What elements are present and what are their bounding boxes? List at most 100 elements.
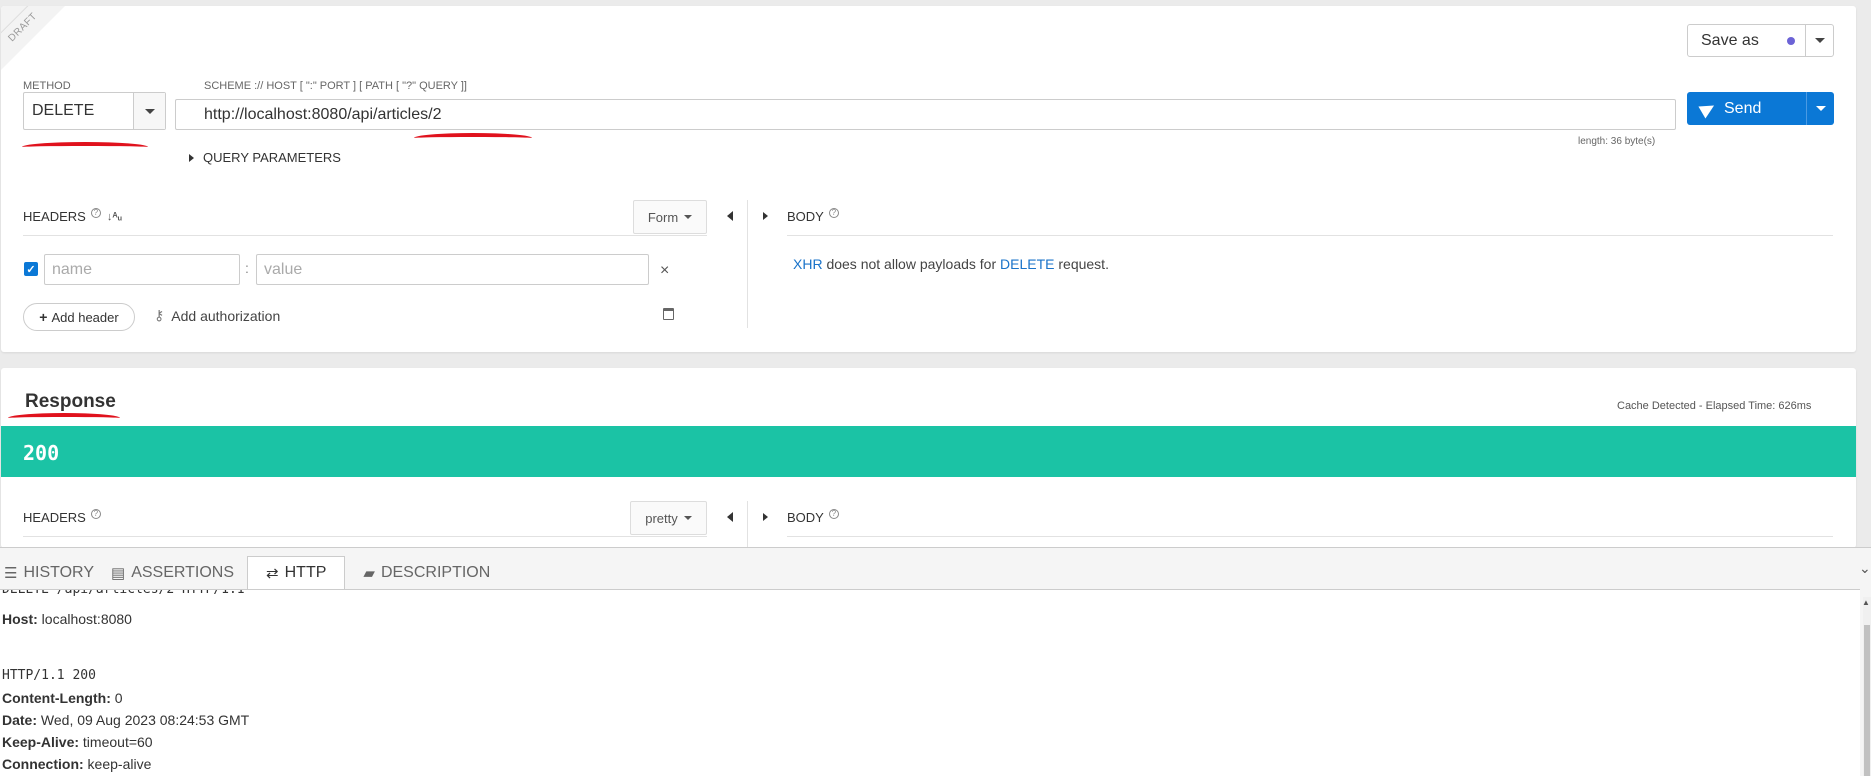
divider [787,536,1833,537]
tab-history-label: HISTORY [23,564,94,581]
expand-arrow-icon [189,153,194,162]
exchange-icon: ⇄ [266,565,279,582]
tab-http[interactable]: ⇄ HTTP [247,556,346,590]
arrow-right-icon [762,212,768,220]
divider [787,235,1833,236]
response-format-dropdown[interactable]: pretty [630,501,707,535]
url-format-label: SCHEME :// HOST [ ":" PORT ] [ PATH [ "?… [204,80,467,92]
key-icon: ⚷ [154,307,165,323]
help-icon[interactable]: ? [828,207,839,218]
header-name-input[interactable]: name [44,254,240,285]
annotation-underline-method [22,142,148,152]
divider [23,235,707,236]
save-as-dropdown-toggle[interactable] [1805,25,1833,56]
scroll-up-icon[interactable]: ▲ [1862,598,1870,607]
caret-down-icon [1815,106,1826,111]
xhr-note-middle: does not allow payloads for [822,256,1001,272]
http-host-line: Host: localhost:8080 [2,611,132,627]
method-value: DELETE [32,102,95,119]
status-bar [1,426,1856,477]
sort-alpha-icon[interactable]: ↓ᴬᵤ [107,211,122,223]
response-headers-heading: HEADERS ? [23,508,101,525]
method-dropdown-toggle[interactable] [133,93,165,129]
tab-description[interactable]: ▰ DESCRIPTION [345,556,503,590]
help-icon[interactable]: ? [90,207,101,218]
send-dropdown-toggle[interactable] [1806,92,1834,125]
add-header-button[interactable]: + Add header [23,303,135,331]
header-separator: : [245,260,249,276]
remove-header-icon[interactable]: × [660,262,669,280]
method-select[interactable]: DELETE [23,92,166,130]
caret-down-icon [1814,38,1825,43]
add-header-label: Add header [51,309,119,325]
collapse-right-button[interactable] [758,209,772,223]
send-label: Send [1724,99,1762,117]
headers-format-dropdown[interactable]: Form [633,200,707,234]
annotation-underline-response [8,413,120,423]
http-header-key: Content-Length: [2,690,111,706]
response-headers-label: HEADERS [23,510,86,525]
save-as-button[interactable]: Save as [1687,24,1834,57]
unsaved-dot-icon [1787,36,1795,45]
tab-assertions[interactable]: ▤ ASSERTIONS [107,556,247,590]
assertions-icon: ▤ [111,565,126,582]
http-header-key: Date: [2,712,38,728]
trash-icon[interactable] [663,308,674,320]
header-value-input[interactable]: value [256,254,649,285]
tab-description-label: DESCRIPTION [380,564,491,581]
chevron-down-icon[interactable]: ⌄ [1859,560,1871,577]
help-icon[interactable]: ? [828,508,839,519]
form-label: Form [647,209,679,225]
http-request-line: DELETE /api/articles/2 HTTP/1.1 [2,589,245,597]
bottom-tabs: ☰ HISTORY ▤ ASSERTIONS ⇄ HTTP ▰ DESCRIPT… [0,556,503,590]
header-enabled-checkbox[interactable]: ✓ [24,262,38,276]
caret-down-icon [144,108,155,114]
xhr-link[interactable]: XHR [793,256,823,272]
request-panel: DRAFT [1,6,1856,352]
query-parameters-label: QUERY PARAMETERS [203,150,341,165]
tab-http-label: HTTP [284,564,327,581]
send-main[interactable]: Send [1687,98,1806,119]
header-value-placeholder: value [264,260,303,278]
http-header-value: 0 [110,690,123,706]
cache-elapsed-note: Cache Detected - Elapsed Time: 626ms [1617,400,1812,412]
collapse-right-button[interactable] [758,510,772,524]
http-header-value: timeout=60 [79,734,153,750]
save-as-label: Save as [1701,31,1759,49]
help-icon[interactable]: ? [90,508,101,519]
http-header-value: keep-alive [83,756,152,772]
xhr-method-link[interactable]: DELETE [1000,256,1054,272]
collapse-left-button[interactable] [723,510,737,524]
http-log-scroll-thumb[interactable] [1864,625,1870,776]
url-input[interactable]: http://localhost:8080/api/articles/2 [175,99,1676,130]
divider [23,536,707,537]
paper-plane-icon [1698,98,1718,119]
http-status-line: HTTP/1.1 200 [2,668,96,683]
request-body-label: BODY [787,209,824,224]
add-authorization-button[interactable]: ⚷ Add authorization [154,307,280,324]
http-host-value: localhost:8080 [37,611,132,627]
response-body-heading: BODY ? [787,508,839,525]
xhr-note-suffix: request. [1054,256,1109,272]
response-title: Response [25,391,116,412]
url-length-note: length: 36 byte(s) [1578,136,1656,147]
tab-history[interactable]: ☰ HISTORY [0,556,107,590]
book-icon: ▰ [363,565,375,582]
arrow-left-icon [727,512,733,522]
arrow-left-icon [727,211,733,221]
http-log-pane: DELETE /api/articles/2 HTTP/1.1 Host: lo… [0,589,1860,776]
send-button[interactable]: Send [1687,92,1834,125]
plus-icon: + [39,309,48,325]
annotation-underline-url [414,133,532,143]
http-host-key: Host: [2,611,38,627]
http-header-line: Date: Wed, 09 Aug 2023 08:24:53 GMT [2,712,249,728]
collapse-left-button[interactable] [723,209,737,223]
url-value: http://localhost:8080/api/articles/2 [204,105,442,123]
query-parameters-toggle[interactable]: QUERY PARAMETERS [189,150,341,165]
header-name-placeholder: name [52,260,93,278]
request-body-heading: BODY ? [787,207,839,224]
caret-down-icon [684,215,693,219]
pretty-label: pretty [645,510,678,526]
http-header-line: Connection: keep-alive [2,756,151,772]
pane-divider [747,200,748,328]
